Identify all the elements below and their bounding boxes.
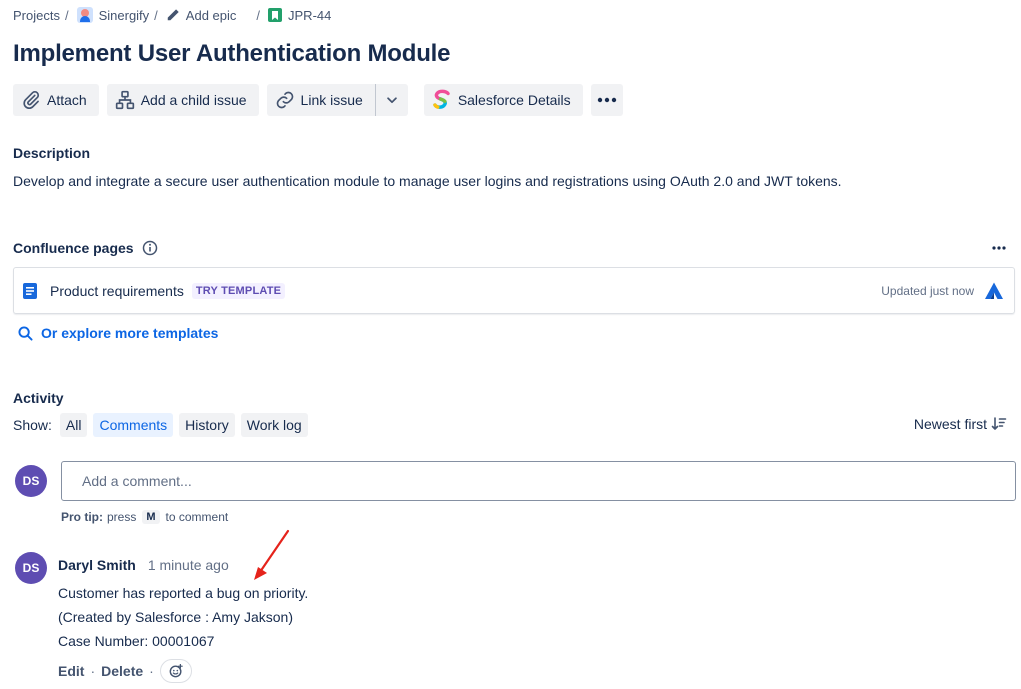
add-comment-input[interactable] [61,461,1016,501]
sort-order-label: Newest first [913,416,987,432]
salesforce-details-label: Salesforce Details [457,92,571,108]
filter-work-log-button[interactable]: Work log [240,413,308,437]
updated-timestamp: Updated just now [881,283,974,298]
breadcrumb-separator: / [256,7,261,23]
sort-order-button[interactable]: Newest first [914,416,1007,432]
filter-comments-button[interactable]: Comments [93,413,174,437]
link-issue-dropdown-button[interactable] [376,84,408,116]
separator-dot: · [90,663,96,679]
atlassian-logo-icon [985,282,1003,299]
comment-actions: Edit · Delete · [58,659,192,683]
breadcrumb-project[interactable]: Sinergify [76,7,150,23]
filter-history-button[interactable]: History [179,413,235,437]
delete-comment-button[interactable]: Delete [101,663,143,679]
document-icon [23,282,37,299]
add-child-issue-label: Add a child issue [140,92,247,108]
keyboard-shortcut-key: M [142,510,160,524]
separator-dot: · [149,663,154,679]
filter-all-button[interactable]: All [59,413,88,437]
confluence-page-name[interactable]: Product requirements [50,283,184,299]
comment-body-line: Case Number: 00001067 [58,633,215,649]
link-issue-label: Link issue [300,92,363,108]
comment-body-line: (Created by Salesforce : Amy Jakson) [58,609,293,625]
confluence-page-card[interactable]: Product requirements TRY TEMPLATE Update… [13,267,1015,314]
add-reaction-button[interactable] [159,659,192,683]
salesforce-details-button[interactable]: Salesforce Details [423,84,583,116]
comment-timestamp[interactable]: 1 minute ago [148,557,229,573]
explore-templates-link[interactable]: Or explore more templates [18,325,218,341]
breadcrumb-projects-label: Projects [13,7,60,23]
breadcrumb-separator: / [154,7,158,23]
description-text[interactable]: Develop and integrate a secure user auth… [13,173,842,189]
add-child-issue-button[interactable]: Add a child issue [106,84,259,116]
sort-icon [991,417,1007,430]
pro-tip-press: press [107,510,137,524]
pencil-icon [167,9,179,21]
breadcrumb: Projects / Sinergify / Add epic / JPR-44 [13,6,331,24]
story-icon [268,8,283,22]
emoji-add-icon [169,664,183,678]
link-issue-button[interactable]: Link issue [267,84,375,116]
explore-templates-label: Or explore more templates [41,325,219,341]
pro-tip-rest: to comment [165,510,229,524]
more-actions-button[interactable] [590,84,623,116]
edit-comment-button[interactable]: Edit [58,663,84,679]
more-icon [992,246,1006,250]
paperclip-icon [23,91,40,110]
info-icon[interactable] [142,240,158,256]
comment-author-name[interactable]: Daryl Smith [58,557,136,573]
more-icon [597,97,616,103]
breadcrumb-add-epic[interactable]: Add epic [166,7,237,23]
confluence-pages-heading: Confluence pages [13,240,158,256]
activity-heading: Activity [13,390,64,406]
salesforce-logo-icon [433,89,450,109]
confluence-more-button[interactable] [989,238,1009,258]
annotation-arrow [254,529,290,580]
show-label: Show: [13,417,52,433]
hierarchy-icon [115,90,134,110]
attach-button-label: Attach [47,92,87,108]
current-user-avatar: DS [15,465,47,497]
attach-button[interactable]: Attach [13,84,99,116]
project-avatar-icon [76,7,93,23]
breadcrumb-add-epic-label: Add epic [185,7,237,23]
breadcrumb-separator: / [64,7,69,23]
breadcrumb-project-label: Sinergify [98,7,150,23]
description-heading: Description [13,145,91,161]
comment-author-avatar[interactable]: DS [15,552,47,584]
confluence-pages-heading-label: Confluence pages [13,240,134,256]
breadcrumb-issue-key-label: JPR-44 [288,7,332,23]
link-issue-split-button: Link issue [266,84,408,116]
comment-meta: Daryl Smith 1 minute ago [58,557,229,573]
try-template-lozenge: TRY TEMPLATE [191,282,286,299]
breadcrumb-projects[interactable]: Projects [13,8,60,23]
search-icon [18,325,33,341]
link-icon [276,91,293,109]
pro-tip: Pro tip: press M to comment [61,510,228,524]
chevron-down-icon [387,97,397,104]
issue-title[interactable]: Implement User Authentication Module [13,40,450,68]
comment-body-line: Customer has reported a bug on priority. [58,585,309,601]
breadcrumb-issue-key[interactable]: JPR-44 [268,8,331,23]
activity-filter-bar: Show: All Comments History Work log [13,413,308,437]
issue-toolbar: Attach Add a child issue Link issue Sale… [13,84,623,116]
pro-tip-label: Pro tip: [61,510,103,524]
